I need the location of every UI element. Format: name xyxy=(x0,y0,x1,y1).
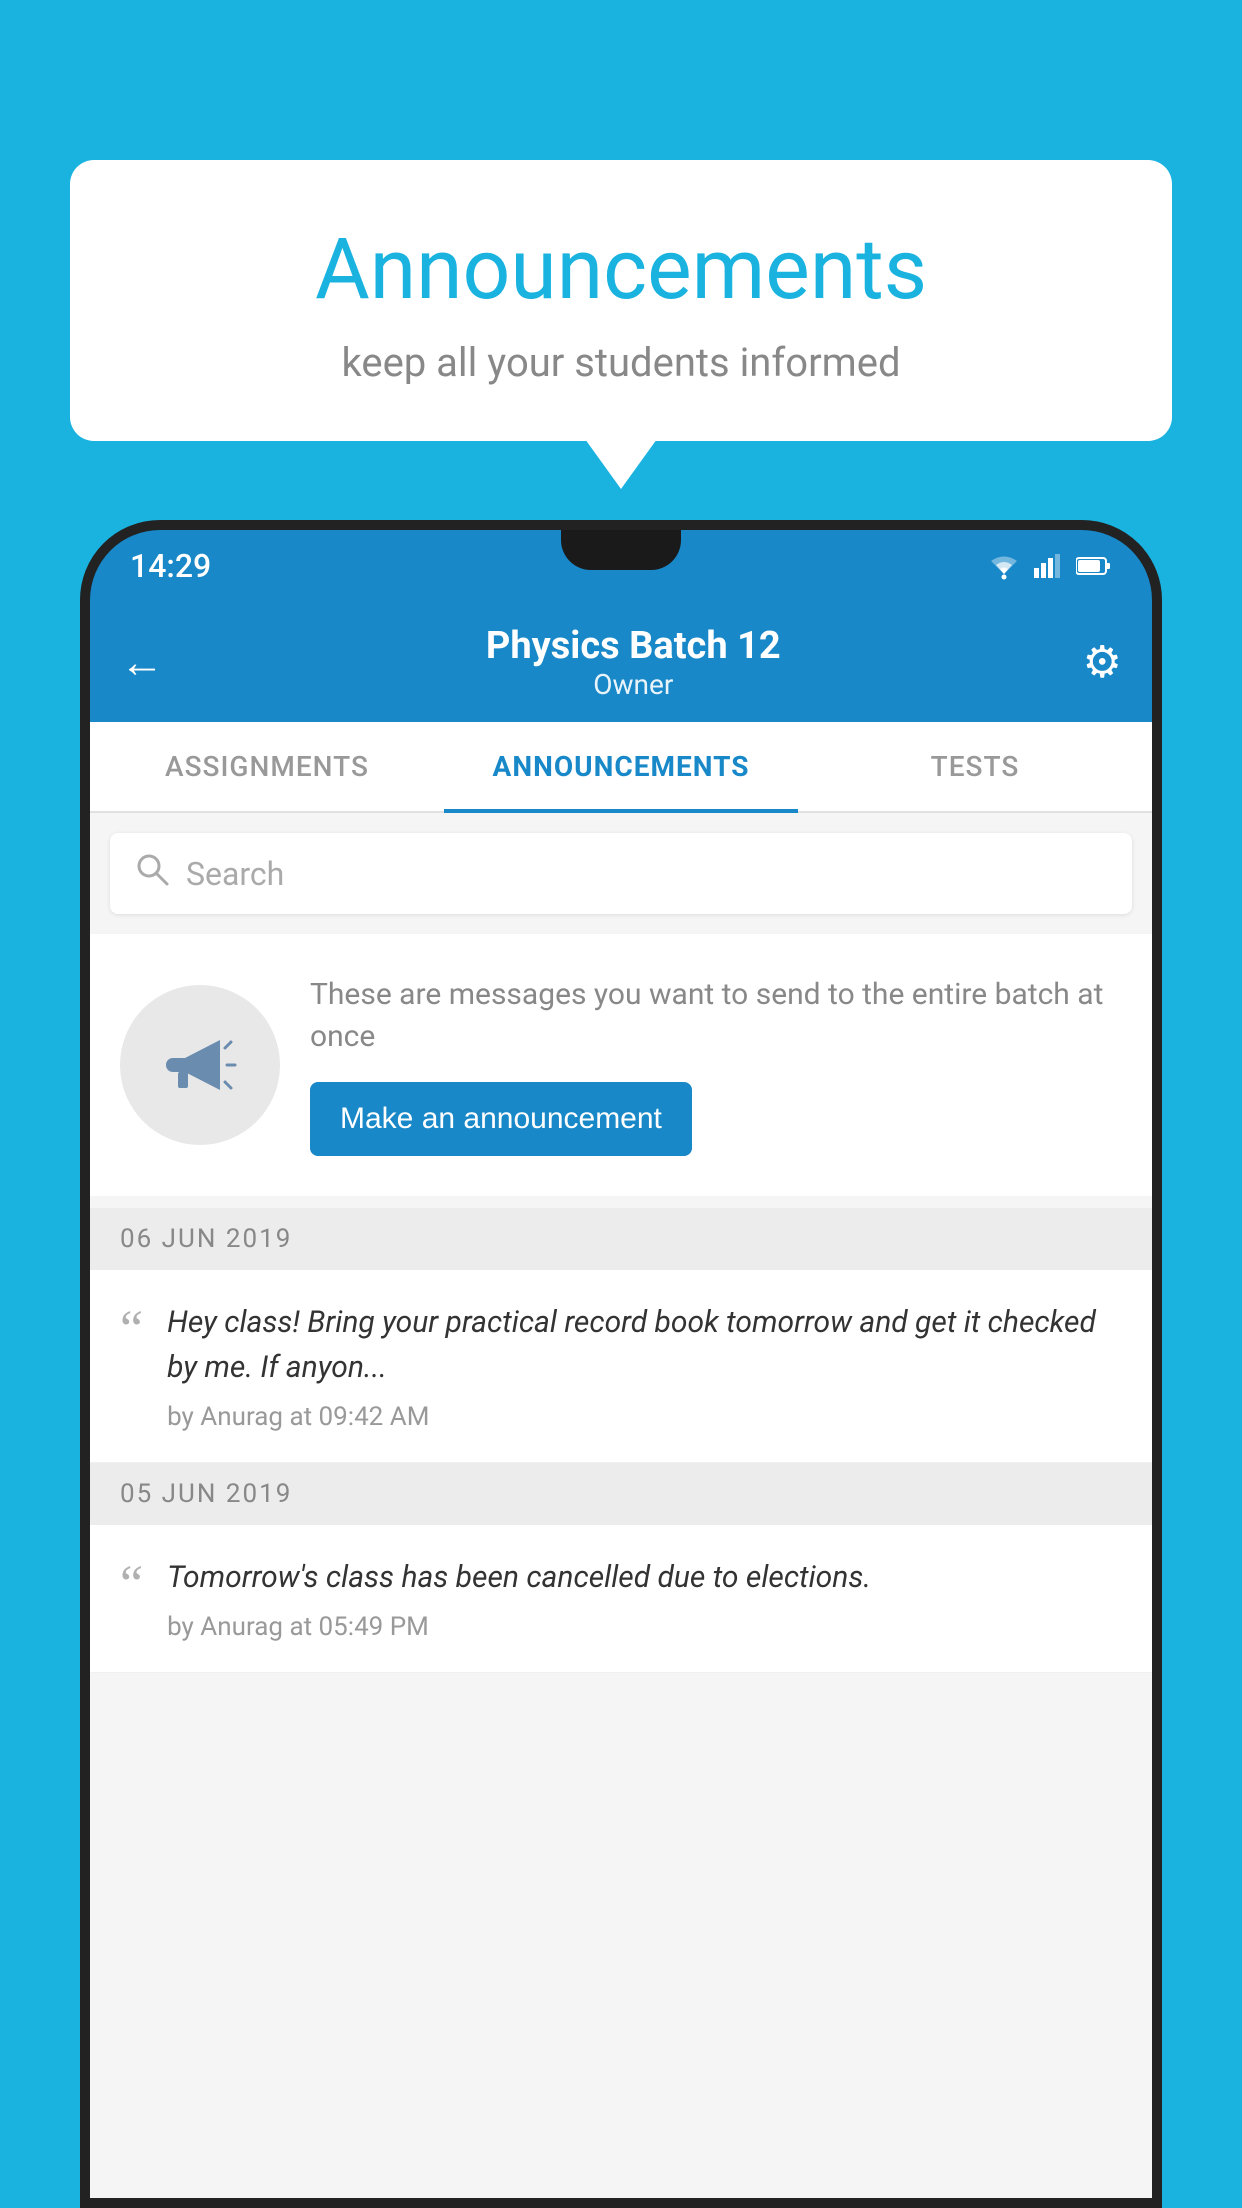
tab-assignments[interactable]: ASSIGNMENTS xyxy=(90,722,444,811)
battery-icon xyxy=(1076,556,1112,576)
settings-icon[interactable]: ⚙ xyxy=(1083,636,1122,688)
date-separator-1: 06 JUN 2019 xyxy=(90,1208,1152,1270)
signal-icon xyxy=(1034,554,1064,578)
promo-icon-circle xyxy=(120,985,280,1145)
announcement-meta-1: by Anurag at 09:42 AM xyxy=(167,1402,1122,1432)
scroll-content: Search These are messages you want to se… xyxy=(90,813,1152,2198)
announcement-item-1[interactable]: “ Hey class! Bring your practical record… xyxy=(90,1270,1152,1463)
wifi-icon xyxy=(986,552,1022,580)
promo-text-section: These are messages you want to send to t… xyxy=(310,974,1122,1156)
app-content: ASSIGNMENTS ANNOUNCEMENTS TESTS Search xyxy=(90,722,1152,2198)
status-icons xyxy=(986,552,1112,580)
announcement-message-2: Tomorrow's class has been cancelled due … xyxy=(167,1555,1122,1600)
app-bar: ← Physics Batch 12 Owner ⚙ xyxy=(90,602,1152,722)
phone-frame: 14:29 ← xyxy=(80,520,1162,2208)
status-bar: 14:29 xyxy=(90,530,1152,602)
search-bar[interactable]: Search xyxy=(110,833,1132,914)
back-button[interactable]: ← xyxy=(120,636,164,688)
tab-tests[interactable]: TESTS xyxy=(798,722,1152,811)
tab-announcements[interactable]: ANNOUNCEMENTS xyxy=(444,722,798,811)
app-bar-title-section: Physics Batch 12 Owner xyxy=(184,624,1083,701)
speech-bubble-card: Announcements keep all your students inf… xyxy=(70,160,1172,441)
date-separator-2: 05 JUN 2019 xyxy=(90,1463,1152,1525)
megaphone-icon xyxy=(155,1020,245,1110)
speech-bubble-subtitle: keep all your students informed xyxy=(120,339,1122,386)
notch xyxy=(561,530,681,570)
announcement-message-1: Hey class! Bring your practical record b… xyxy=(167,1300,1122,1390)
promo-card: These are messages you want to send to t… xyxy=(90,934,1152,1196)
search-icon xyxy=(134,851,170,896)
promo-description: These are messages you want to send to t… xyxy=(310,974,1122,1058)
app-bar-subtitle: Owner xyxy=(184,668,1083,701)
announcement-text-2: Tomorrow's class has been cancelled due … xyxy=(167,1555,1122,1642)
app-bar-title: Physics Batch 12 xyxy=(184,624,1083,668)
status-time: 14:29 xyxy=(130,547,211,585)
search-placeholder-text: Search xyxy=(186,855,284,893)
quote-icon-1: “ xyxy=(120,1304,143,1356)
announcement-meta-2: by Anurag at 05:49 PM xyxy=(167,1612,1122,1642)
announcement-item-2[interactable]: “ Tomorrow's class has been cancelled du… xyxy=(90,1525,1152,1673)
quote-icon-2: “ xyxy=(120,1559,143,1611)
make-announcement-button[interactable]: Make an announcement xyxy=(310,1082,692,1156)
announcement-text-1: Hey class! Bring your practical record b… xyxy=(167,1300,1122,1432)
tabs-bar: ASSIGNMENTS ANNOUNCEMENTS TESTS xyxy=(90,722,1152,813)
speech-bubble-title: Announcements xyxy=(120,220,1122,319)
